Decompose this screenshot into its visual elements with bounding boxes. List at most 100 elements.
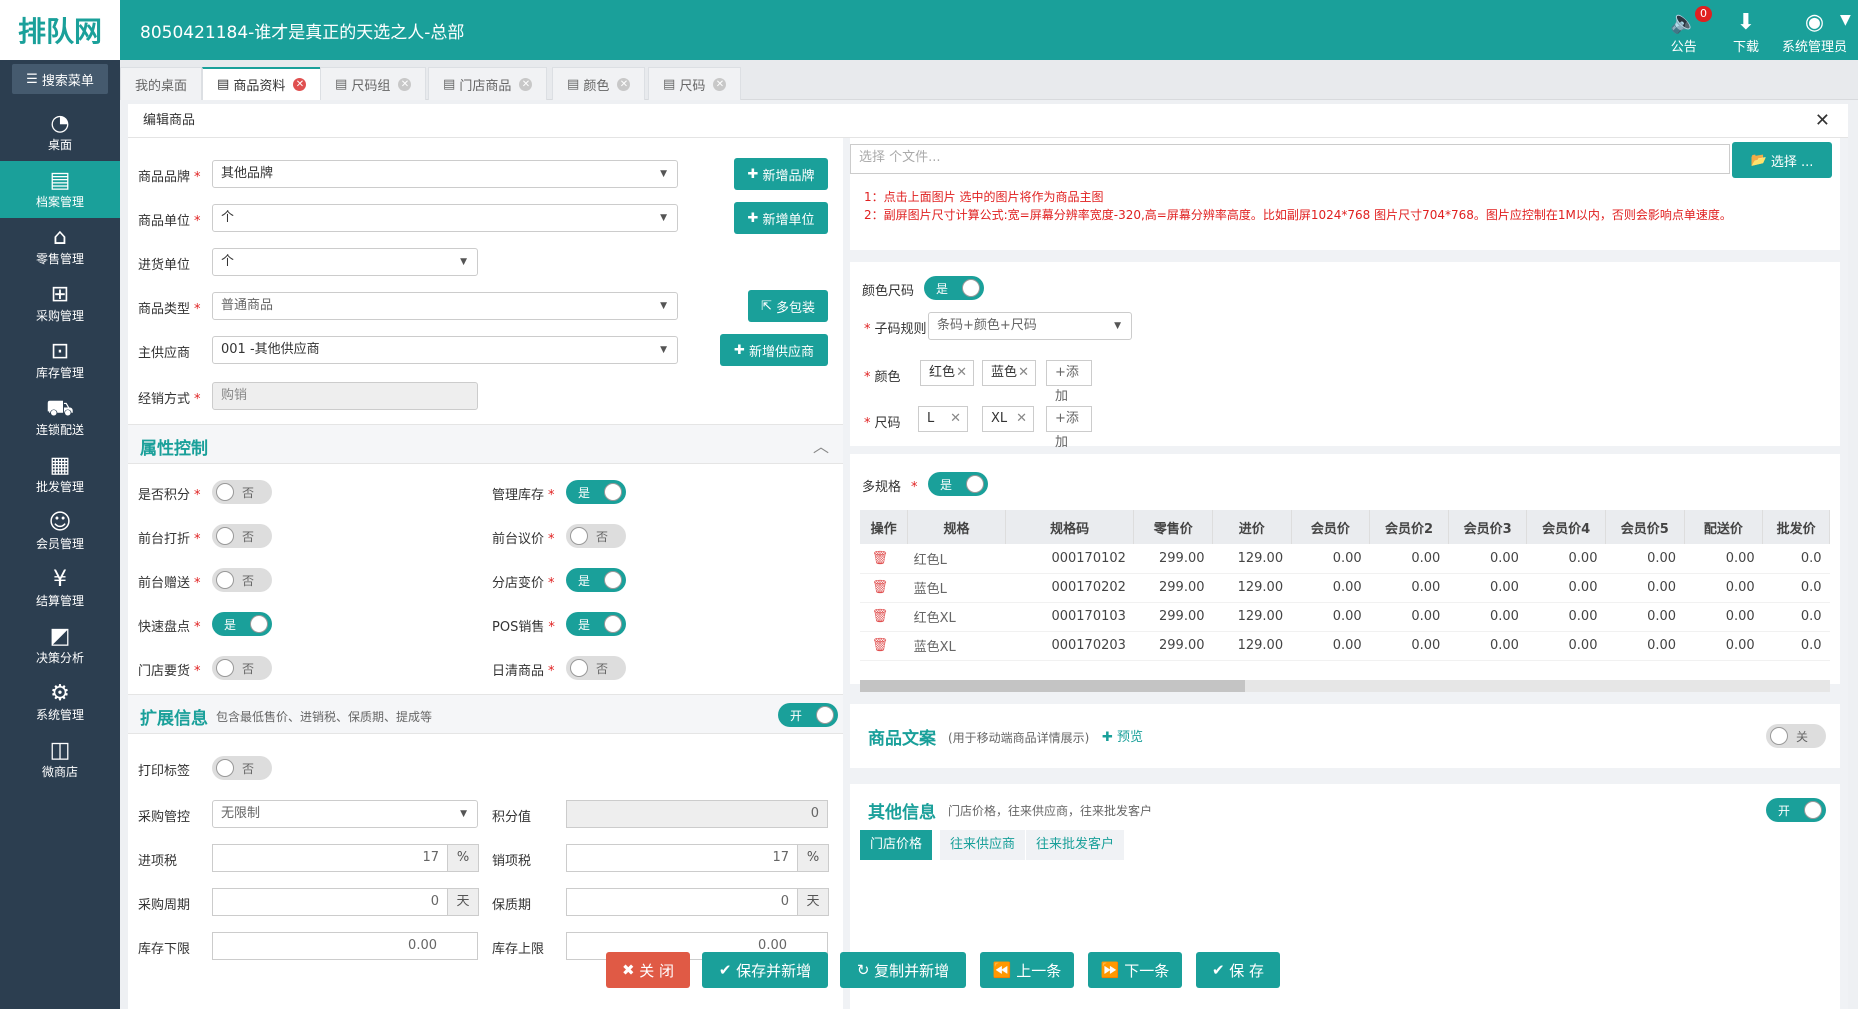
table-cell[interactable]: 0.00	[1684, 602, 1763, 632]
other-info-switch[interactable]: 开	[1766, 798, 1826, 822]
table-cell[interactable]: 0.00	[1448, 573, 1527, 603]
daily-switch[interactable]: 否	[566, 656, 626, 680]
brand-select[interactable]: 其他品牌	[212, 160, 678, 188]
multi-spec-switch[interactable]: 是	[928, 472, 988, 496]
sidebar-item-system[interactable]: ⚙ 系统管理	[0, 674, 120, 731]
sidebar-item-member[interactable]: ☺ 会员管理	[0, 503, 120, 560]
scrollbar-thumb[interactable]	[860, 680, 1245, 692]
bargain-switch[interactable]: 否	[566, 524, 626, 548]
table-cell[interactable]: 0.00	[1526, 631, 1606, 661]
table-cell[interactable]: 0.00	[1448, 602, 1527, 632]
table-cell[interactable]: 0.0	[1762, 544, 1830, 574]
save-button[interactable]: ✔ 保 存	[1196, 952, 1280, 988]
gift-switch[interactable]: 否	[212, 568, 272, 592]
quick-count-switch[interactable]: 是	[212, 612, 272, 636]
file-input[interactable]: 选择 个文件...	[850, 144, 1730, 174]
points-switch[interactable]: 否	[212, 480, 272, 504]
sidebar-item-analysis[interactable]: ◩ 决策分析	[0, 617, 120, 674]
table-cell[interactable]: 0.00	[1291, 631, 1370, 661]
tab-product[interactable]: ▤ 商品资料 ✕	[202, 67, 322, 100]
sidebar-item-desktop[interactable]: ◔ 桌面	[0, 104, 120, 161]
tab-size[interactable]: ▤ 尺码 ✕	[648, 67, 742, 100]
trash-icon[interactable]: 🗑	[860, 631, 908, 661]
chevron-down-icon[interactable]: ▼	[1840, 12, 1851, 28]
table-row[interactable]: 🗑 蓝色L 000170202 299.00 129.00 0.00 0.00 0.00 0.0…	[860, 573, 1830, 603]
sidebar-item-wholesale[interactable]: ▦ 批发管理	[0, 446, 120, 503]
tab-store-price[interactable]: 门店价格	[860, 830, 933, 860]
close-tab-icon[interactable]: ✕	[617, 77, 631, 91]
color-chip-red[interactable]: 红色 ✕	[920, 360, 974, 386]
table-cell[interactable]: 0.0	[1762, 631, 1830, 661]
sidebar-item-micro-shop[interactable]: ◫ 微商店	[0, 731, 120, 788]
table-cell[interactable]: 0.00	[1526, 544, 1606, 574]
table-cell[interactable]: 0.00	[1291, 544, 1370, 574]
add-supplier-button[interactable]: ✚ 新增供应商	[720, 334, 828, 366]
table-cell[interactable]: 0.0	[1762, 602, 1830, 632]
table-cell[interactable]: 0.00	[1369, 544, 1449, 574]
table-row[interactable]: 🗑 蓝色XL 000170203 299.00 129.00 0.00 0.00 0.00 0.…	[860, 631, 1830, 661]
size-chip-xl[interactable]: XL ✕	[982, 406, 1034, 432]
add-unit-button[interactable]: ✚ 新增单位	[734, 202, 828, 234]
sidebar-item-archive[interactable]: ▤ 档案管理	[0, 161, 120, 218]
close-icon[interactable]: ✕	[1815, 104, 1830, 138]
copy-switch[interactable]: 关	[1766, 724, 1826, 748]
search-menu-button[interactable]: ☰ 搜索菜单	[12, 64, 108, 94]
table-cell[interactable]: 299.00	[1133, 573, 1213, 603]
sidebar-item-distribution[interactable]: ⛟ 连锁配送	[0, 389, 120, 446]
table-cell[interactable]: 0.00	[1605, 573, 1685, 603]
preview-link[interactable]: ✚ 预览	[1102, 726, 1143, 745]
tab-size-group[interactable]: ▤ 尺码组 ✕	[320, 67, 427, 100]
table-cell[interactable]: 299.00	[1133, 544, 1213, 574]
table-cell[interactable]: 0.00	[1605, 602, 1685, 632]
size-chip-l[interactable]: L ✕	[918, 406, 968, 432]
stock-switch[interactable]: 是	[566, 480, 626, 504]
table-row[interactable]: 🗑 红色XL 000170103 299.00 129.00 0.00 0.00 0.00 0.…	[860, 602, 1830, 632]
tab-color[interactable]: ▤ 颜色 ✕	[552, 67, 646, 100]
ext-switch[interactable]: 开	[778, 703, 838, 727]
download-button[interactable]: ⬇ 下载	[1733, 10, 1759, 55]
table-cell[interactable]: 0.0	[1762, 573, 1830, 603]
discount-switch[interactable]: 否	[212, 524, 272, 548]
trash-icon[interactable]: 🗑	[860, 602, 908, 632]
close-button[interactable]: ✖ 关 闭	[606, 952, 690, 988]
color-chip-blue[interactable]: 蓝色 ✕	[982, 360, 1036, 386]
tab-store-product[interactable]: ▤ 门店商品 ✕	[428, 67, 548, 100]
attr-section-header[interactable]: 属性控制 ︿	[128, 424, 843, 464]
table-cell[interactable]: 0.00	[1291, 573, 1370, 603]
tab-desktop[interactable]: 我的桌面	[120, 67, 203, 100]
purchase-unit-select[interactable]: 个	[212, 248, 478, 276]
table-cell[interactable]: 299.00	[1133, 602, 1213, 632]
close-tab-icon[interactable]: ✕	[398, 77, 412, 91]
trash-icon[interactable]: 🗑	[860, 544, 908, 574]
store-request-switch[interactable]: 否	[212, 656, 272, 680]
in-tax-input[interactable]: 17	[212, 844, 448, 872]
table-cell[interactable]: 0.00	[1526, 602, 1606, 632]
multi-pack-button[interactable]: ⇱ 多包装	[748, 290, 828, 322]
add-color-button[interactable]: +添加	[1046, 360, 1092, 404]
table-cell[interactable]: 0.00	[1684, 544, 1763, 574]
table-cell[interactable]: 129.00	[1212, 602, 1292, 632]
table-cell[interactable]: 0.00	[1684, 631, 1763, 661]
table-cell[interactable]: 0.00	[1526, 573, 1606, 603]
out-tax-input[interactable]: 17	[566, 844, 798, 872]
close-tab-icon[interactable]: ✕	[713, 77, 727, 91]
tab-suppliers[interactable]: 往来供应商	[940, 830, 1026, 860]
table-scrollbar[interactable]	[860, 680, 1830, 692]
table-cell[interactable]: 129.00	[1212, 544, 1292, 574]
close-tab-icon[interactable]: ✕	[293, 78, 307, 91]
sidebar-item-retail[interactable]: ⌂ 零售管理	[0, 218, 120, 275]
prev-button[interactable]: ⏪ 上一条	[980, 952, 1074, 988]
sidebar-item-inventory[interactable]: ⊡ 库存管理	[0, 332, 120, 389]
user-menu[interactable]: ◉ 系统管理员	[1782, 10, 1847, 55]
table-cell[interactable]: 0.00	[1605, 631, 1685, 661]
close-tab-icon[interactable]: ✕	[519, 77, 533, 91]
table-cell[interactable]: 0.00	[1448, 631, 1527, 661]
branch-price-switch[interactable]: 是	[566, 568, 626, 592]
table-cell[interactable]: 129.00	[1212, 631, 1292, 661]
pos-switch[interactable]: 是	[566, 612, 626, 636]
copy-and-new-button[interactable]: ↻ 复制并新增	[840, 952, 966, 988]
notice-button[interactable]: 🔈 公告	[1670, 10, 1697, 55]
select-file-button[interactable]: 📂 选择 ...	[1732, 142, 1832, 178]
sidebar-item-purchase[interactable]: ⊞ 采购管理	[0, 275, 120, 332]
trash-icon[interactable]: 🗑	[860, 573, 908, 603]
